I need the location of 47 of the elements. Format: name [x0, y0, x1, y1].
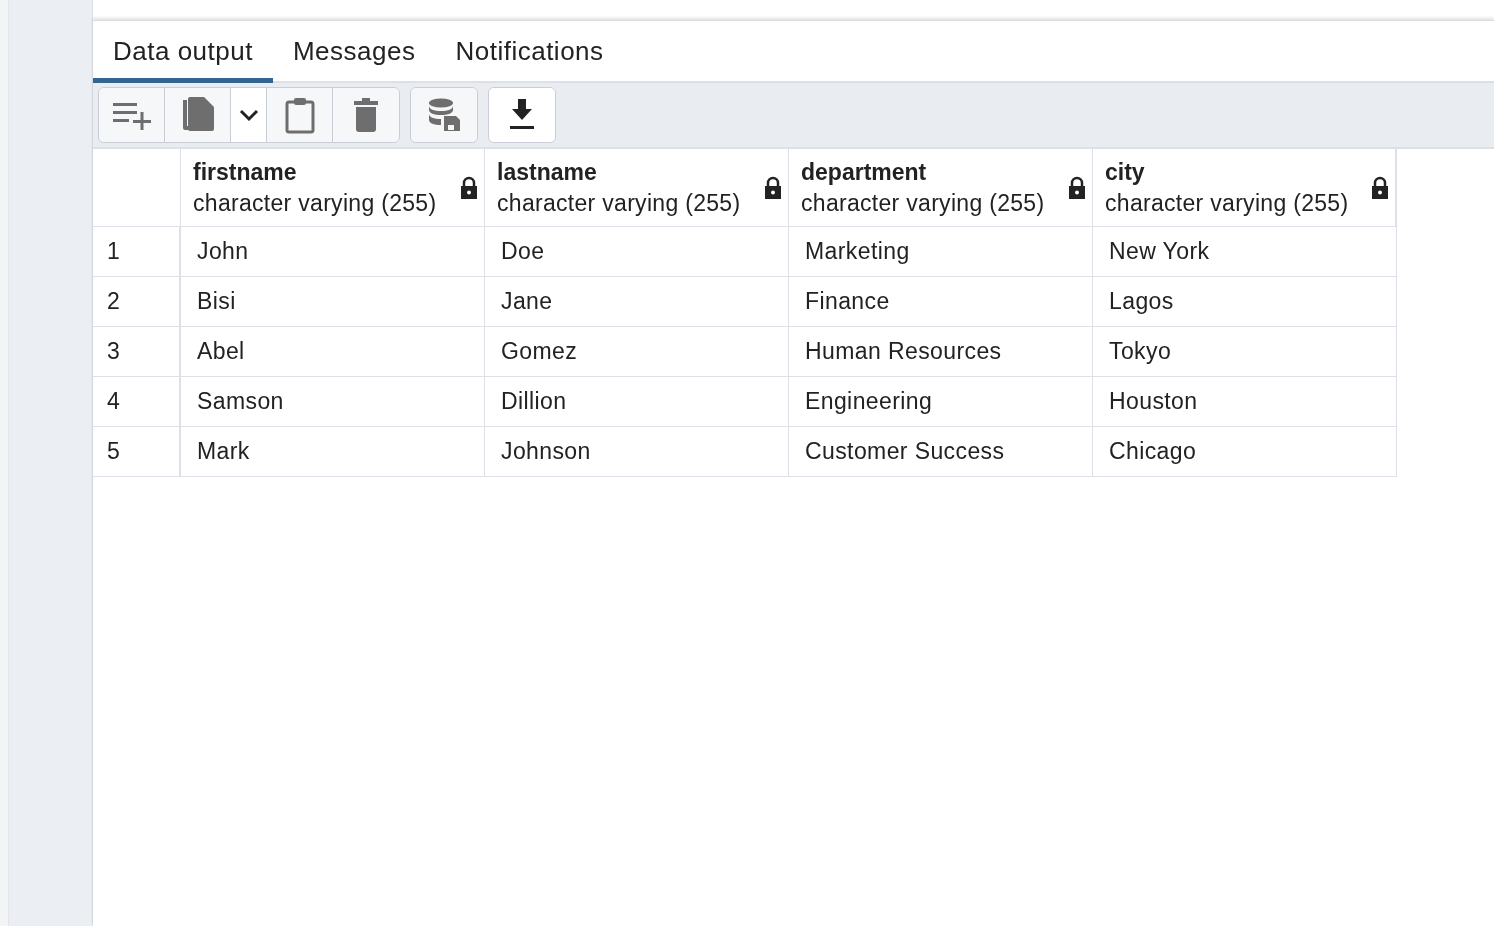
database-save-icon [428, 98, 460, 132]
tab[interactable]: Notifications [435, 21, 624, 83]
column-type: character varying (255) [1105, 189, 1349, 217]
column-header[interactable]: lastname character varying (255) [485, 149, 789, 227]
table-cell: Chicago [1093, 427, 1397, 477]
table-cell: Customer Success [789, 427, 1093, 477]
column-name: city [1105, 158, 1146, 186]
column-name: firstname [193, 158, 298, 186]
table-cell: Mark [181, 427, 485, 477]
table-cell: John [181, 227, 485, 277]
clipboard-icon [283, 96, 316, 134]
table-cell: Johnson [485, 427, 789, 477]
tab[interactable]: Messages [272, 21, 436, 83]
table-cell: Human Resources [789, 327, 1093, 377]
table-cell: New York [1093, 227, 1397, 277]
table-cell: Houston [1093, 377, 1397, 427]
table-cell: Dillion [485, 377, 789, 427]
chevron-down-icon [238, 108, 259, 122]
row-number: 1 [93, 227, 181, 277]
column-name: lastname [497, 158, 598, 186]
table-cell: Gomez [485, 327, 789, 377]
table-cell: Lagos [1093, 277, 1397, 327]
column-type: character varying (255) [193, 189, 437, 217]
table-cell: Samson [181, 377, 485, 427]
column-header[interactable]: city character varying (255) [1093, 149, 1397, 227]
column-name: department [801, 158, 928, 186]
column-type: character varying (255) [801, 189, 1045, 217]
table-cell: Engineering [789, 377, 1093, 427]
column-header[interactable]: firstname character varying (255) [181, 149, 485, 227]
row-number: 5 [93, 427, 181, 477]
row-number: 4 [93, 377, 181, 427]
table-cell: Jane [485, 277, 789, 327]
copy-options-button[interactable] [231, 88, 267, 142]
trash-icon [353, 98, 379, 132]
table-cell: Tokyo [1093, 327, 1397, 377]
table-cell: Doe [485, 227, 789, 277]
table-cell: Bisi [181, 277, 485, 327]
column-header[interactable]: department character varying (255) [789, 149, 1093, 227]
table-cell: Finance [789, 277, 1093, 327]
row-number: 2 [93, 277, 181, 327]
copy-icon [180, 96, 215, 134]
download-button[interactable] [489, 88, 555, 142]
column-type: character varying (255) [497, 189, 741, 217]
table-cell: Marketing [789, 227, 1093, 277]
download-icon [509, 99, 535, 131]
row-number: 3 [93, 327, 181, 377]
table-cell: Abel [181, 327, 485, 377]
